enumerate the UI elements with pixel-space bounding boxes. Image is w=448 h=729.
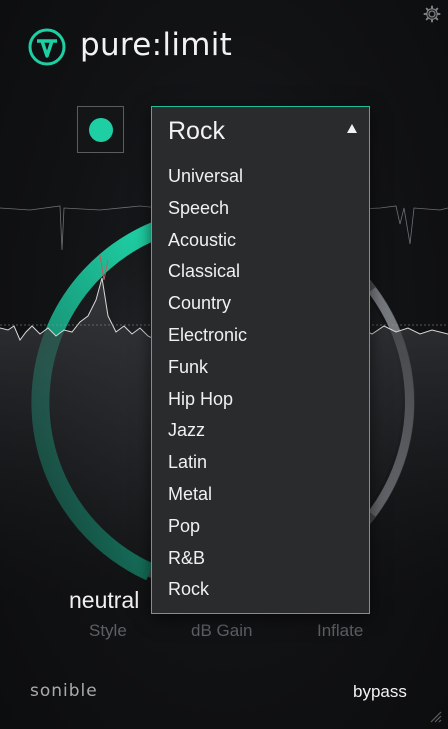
genre-option[interactable]: Acoustic <box>152 225 369 257</box>
genre-option[interactable]: Country <box>152 288 369 320</box>
caret-up-icon <box>347 124 357 133</box>
genre-dropdown-header[interactable]: Rock <box>152 107 369 157</box>
sonible-logo-icon <box>28 28 66 66</box>
genre-option[interactable]: Classical <box>152 256 369 288</box>
brand-logo: sonible <box>30 681 98 701</box>
genre-option[interactable]: Electronic <box>152 320 369 352</box>
gear-icon[interactable] <box>423 5 441 23</box>
genre-option[interactable]: Latin <box>152 447 369 479</box>
genre-option[interactable]: Pop <box>152 511 369 543</box>
genre-option[interactable]: Universal <box>152 161 369 193</box>
genre-option[interactable]: Jazz <box>152 415 369 447</box>
genre-selected-value: Rock <box>168 117 225 145</box>
db-gain-label: dB Gain <box>191 621 253 640</box>
genre-option[interactable]: Speech <box>152 193 369 225</box>
power-indicator-dot <box>89 118 113 142</box>
genre-options-list: Universal Speech Acoustic Classical Coun… <box>152 161 369 606</box>
genre-option[interactable]: Rock <box>152 574 369 606</box>
genre-option[interactable]: Funk <box>152 352 369 384</box>
inflate-label: Inflate <box>317 621 364 640</box>
genre-option[interactable]: Metal <box>152 479 369 511</box>
genre-dropdown[interactable]: Rock Universal Speech Acoustic Classical… <box>151 106 370 614</box>
genre-option[interactable]: R&B <box>152 543 369 575</box>
style-value[interactable]: neutral <box>69 587 139 614</box>
genre-option[interactable]: Hip Hop <box>152 384 369 416</box>
app-title: pure:limit <box>80 27 233 63</box>
style-label: Style <box>89 621 127 640</box>
plugin-window: pure:limit neutral Style dB Gain Inflate… <box>0 0 448 729</box>
bypass-button[interactable]: bypass <box>353 682 407 702</box>
resize-handle-icon[interactable] <box>428 709 442 723</box>
